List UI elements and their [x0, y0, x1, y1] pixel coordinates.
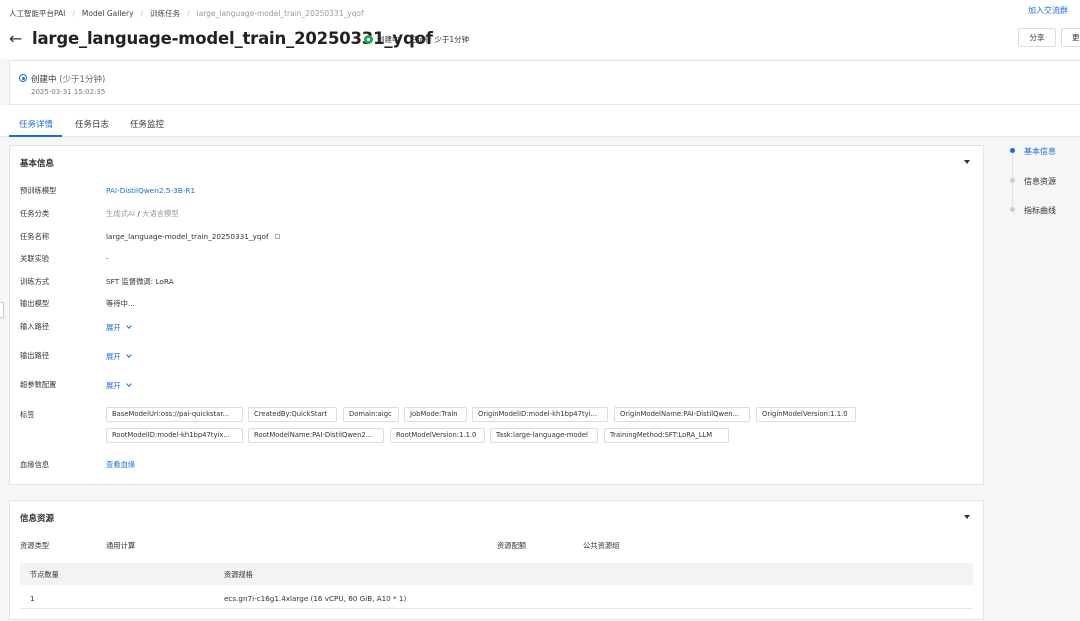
resource-quota-value: 公共资源组	[583, 541, 620, 550]
breadcrumb-item-model-gallery[interactable]: Model Gallery	[82, 9, 134, 18]
table-cell-spec: ecs.gn7i-c16g1.4xlarge (16 vCPU, 60 GiB,…	[224, 594, 407, 603]
tab-task-logs[interactable]: 任务日志	[75, 118, 109, 130]
tag-chip: RootModelID:model-kh1bp47tyix...	[106, 428, 243, 443]
resources-heading: 信息资源	[20, 514, 55, 524]
category-secondary: 大语言模型	[142, 209, 179, 218]
share-button[interactable]: 分享	[1018, 28, 1056, 47]
anchor-dot-icon	[1010, 207, 1015, 212]
table-cell-node-count: 1	[30, 594, 35, 603]
tag-chip: Domain:aigc	[343, 407, 399, 422]
anchor-basic-info[interactable]: 基本信息	[1024, 146, 1056, 157]
pretrained-model-link[interactable]: PAI-DistilQwen2.5-3B-R1	[106, 186, 195, 195]
join-group-link[interactable]: 加入交流群	[1028, 5, 1068, 16]
column-header-node-count: 节点数量	[30, 570, 59, 579]
chevron-down-icon	[125, 352, 132, 358]
active-tab-indicator	[9, 135, 62, 137]
state-label: 创建中	[31, 75, 57, 85]
row-label-hyperparams: 超参数配置	[20, 380, 57, 389]
tab-bar: 任务详情 任务日志 任务监控	[0, 105, 1080, 137]
row-label-task-category: 任务分类	[20, 209, 50, 218]
row-label-tags: 标签	[20, 410, 35, 419]
hyperparams-expand[interactable]: 展开	[106, 381, 132, 391]
anchor-resources[interactable]: 信息资源	[1024, 176, 1056, 187]
breadcrumb-separator: /	[72, 9, 75, 18]
task-name-text: large_language-model_train_20250331_yqof	[106, 232, 269, 241]
state-duration: (少于1分钟)	[59, 75, 106, 85]
output-model-value: 等待中...	[106, 299, 135, 308]
training-method-value: SFT 监督微调: LoRA	[106, 277, 174, 286]
back-arrow-icon[interactable]: ←	[9, 29, 22, 48]
tag-chip: CreatedBy:QuickStart	[248, 407, 337, 422]
view-lineage-link[interactable]: 查看血缘	[106, 460, 135, 470]
page-header: ← large_language-model_train_20250331_yq…	[0, 22, 1080, 59]
status-badge: 创建中 已运行 少于1分钟	[364, 34, 469, 45]
sidebar-collapse-handle[interactable]	[0, 302, 4, 318]
basic-info-heading: 基本信息	[20, 159, 55, 169]
copy-icon[interactable]	[274, 234, 280, 239]
status-text: 创建中	[377, 35, 400, 44]
top-bar: 人工智能平台PAI / Model Gallery / 训练任务 / large…	[0, 0, 1080, 22]
collapse-caret-icon[interactable]	[964, 515, 970, 519]
resources-panel: 信息资源 资源类型 通用计算 资源配额 公共资源组 节点数量 资源规格 1 ec…	[9, 500, 984, 620]
input-path-expand[interactable]: 展开	[106, 323, 132, 333]
row-label-input-path: 输入路径	[20, 322, 50, 331]
column-header-spec: 资源规格	[224, 570, 253, 579]
resource-type-label: 资源类型	[20, 541, 50, 550]
tag-chip: Task:large-language-model	[490, 428, 598, 443]
tag-chip: OriginModelVersion:1.1.0	[756, 407, 856, 422]
basic-info-panel: 基本信息 预训练模型 PAI-DistilQwen2.5-3B-R1 任务分类 …	[9, 145, 984, 485]
category-primary: 生成式AI	[106, 209, 136, 218]
breadcrumb: 人工智能平台PAI / Model Gallery / 训练任务 / large…	[9, 8, 364, 19]
tab-task-details[interactable]: 任务详情	[19, 118, 53, 130]
row-label-pretrained-model: 预训练模型	[20, 186, 57, 195]
breadcrumb-separator: /	[140, 9, 144, 18]
category-separator: /	[137, 209, 140, 218]
tag-chip: OriginModelID:model-kh1bp47tyi...	[472, 407, 608, 422]
tag-chip: BaseModelUri:oss://pai-quickstar...	[106, 407, 243, 422]
tag-chip: OriginModelName:PAI-DistilQwen...	[614, 407, 750, 422]
row-label-lineage: 血缘信息	[20, 460, 50, 469]
row-label-task-name: 任务名称	[20, 232, 50, 241]
table-header: 节点数量 资源规格	[20, 563, 973, 585]
chevron-down-icon	[125, 323, 132, 329]
resource-type-value: 通用计算	[106, 541, 136, 550]
resource-quota-label: 资源配额	[497, 541, 527, 550]
breadcrumb-current: large_language-model_train_20250331_yqof	[196, 9, 364, 18]
tag-chip: RootModelName:PAI-DistilQwen2...	[248, 428, 384, 443]
anchor-dot-icon	[1010, 178, 1015, 183]
row-label-training-method: 训练方式	[20, 277, 50, 286]
breadcrumb-separator: /	[187, 9, 190, 18]
status-dot-icon	[19, 74, 27, 82]
table-row-divider	[20, 608, 973, 609]
row-label-output-model: 输出模型	[20, 299, 50, 308]
breadcrumb-item-training-tasks[interactable]: 训练任务	[150, 8, 180, 19]
tab-task-monitor[interactable]: 任务监控	[130, 118, 164, 130]
anchor-dot-icon	[1010, 148, 1015, 153]
task-name-value: large_language-model_train_20250331_yqof	[106, 232, 280, 241]
row-label-output-path: 输出路径	[20, 351, 50, 360]
output-path-expand[interactable]: 展开	[106, 352, 132, 362]
state-timestamp: 2025-03-31 15:02:35	[31, 88, 106, 96]
tag-chip: TrainingMethod:SFT:LoRA_LLM	[604, 428, 729, 443]
collapse-caret-icon[interactable]	[964, 160, 970, 164]
related-experiment-value: -	[106, 254, 109, 263]
task-category-value: 生成式AI / 大语言模型	[106, 209, 179, 219]
anchor-nav: 基本信息 信息资源 指标曲线	[1008, 140, 1080, 230]
breadcrumb-item-pai[interactable]: 人工智能平台PAI	[9, 8, 65, 19]
status-card-title: 创建中 (少于1分钟)	[31, 73, 105, 85]
more-button[interactable]: 更	[1061, 28, 1080, 47]
anchor-metrics[interactable]: 指标曲线	[1024, 205, 1056, 216]
status-card: 创建中 (少于1分钟) 2025-03-31 15:02:35	[9, 60, 1080, 105]
runtime-text: 已运行 少于1分钟	[409, 35, 470, 44]
tag-chip: RootModelVersion:1.1.0	[390, 428, 485, 443]
chevron-down-icon	[125, 381, 132, 387]
row-label-related-experiment: 关联实验	[20, 254, 50, 263]
creating-status-icon	[364, 35, 373, 44]
tag-chip: JobMode:Train	[404, 407, 467, 422]
